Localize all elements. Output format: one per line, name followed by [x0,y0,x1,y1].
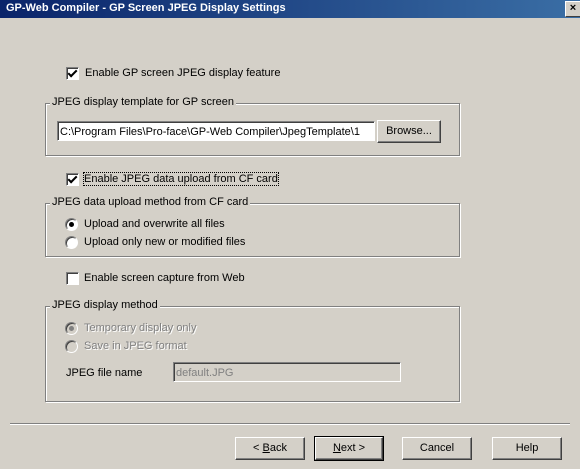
template-group-title: JPEG display template for GP screen [50,96,236,108]
close-icon[interactable]: × [565,1,580,17]
upload-new-only-label[interactable]: Upload only new or modified files [84,236,245,248]
back-button[interactable]: < Back [235,437,305,460]
display-method-groupbox [45,306,460,402]
enable-jpeg-display-label[interactable]: Enable GP screen JPEG display feature [85,67,280,79]
back-prefix: < [253,442,263,454]
save-jpeg-label[interactable]: Save in JPEG format [84,340,187,352]
jpeg-filename-label: JPEG file name [66,367,143,379]
upload-overwrite-radio[interactable] [65,218,78,231]
display-method-group-title: JPEG display method [50,299,160,311]
next-mnemonic: N [332,442,341,454]
next-button[interactable]: Next > [314,436,384,461]
back-mnemonic: B [262,442,270,454]
jpeg-filename-input[interactable]: default.JPG [173,362,401,382]
upload-method-group-title: JPEG data upload method from CF card [50,196,251,208]
template-path-input[interactable]: C:\Program Files\Pro-face\GP-Web Compile… [57,121,375,141]
enable-upload-label[interactable]: Enable JPEG data upload from CF card [83,172,279,186]
back-rest: ack [269,442,287,454]
temporary-display-radio[interactable] [65,322,78,335]
temporary-display-label[interactable]: Temporary display only [84,322,197,334]
window-title: GP-Web Compiler - GP Screen JPEG Display… [6,2,286,14]
help-button[interactable]: Help [492,437,562,460]
separator [10,423,570,425]
enable-capture-label[interactable]: Enable screen capture from Web [84,272,245,284]
upload-overwrite-label[interactable]: Upload and overwrite all files [84,218,225,230]
browse-button[interactable]: Browse... [377,120,441,143]
enable-capture-checkbox[interactable] [66,272,79,285]
cancel-button[interactable]: Cancel [402,437,472,460]
next-rest: ext > [340,442,366,454]
save-jpeg-radio[interactable] [65,340,78,353]
upload-method-groupbox [45,203,460,257]
upload-new-only-radio[interactable] [65,236,78,249]
enable-jpeg-display-checkbox[interactable] [66,67,79,80]
title-bar: GP-Web Compiler - GP Screen JPEG Display… [0,0,580,18]
enable-upload-checkbox[interactable] [66,173,79,186]
